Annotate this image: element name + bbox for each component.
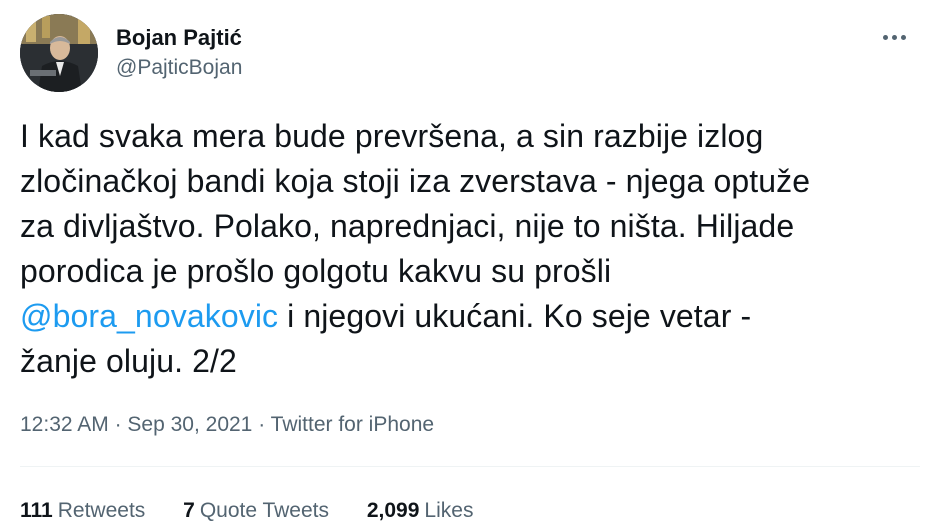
- separator: ·: [252, 413, 271, 436]
- tweet-date[interactable]: Sep 30, 2021: [127, 413, 252, 436]
- ellipsis-icon: [883, 35, 888, 40]
- tweet-text: I kad svaka mera bude prevršena, a sin r…: [20, 114, 910, 384]
- tweet-text-line: žanje oluju. 2/2: [20, 343, 237, 379]
- author-names: Bojan Pajtić @PajticBojan: [116, 24, 242, 82]
- retweets-stat[interactable]: 111 Retweets: [20, 496, 145, 526]
- tweet: Bojan Pajtić @PajticBojan I kad svaka me…: [0, 0, 930, 525]
- quote-tweets-stat[interactable]: 7 Quote Tweets: [183, 496, 329, 526]
- separator: ·: [108, 413, 128, 436]
- profile-photo: [20, 14, 98, 92]
- tweet-source[interactable]: Twitter for iPhone: [271, 413, 434, 436]
- likes-stat[interactable]: 2,099 Likes: [367, 496, 474, 526]
- tweet-time[interactable]: 12:32 AM: [20, 413, 109, 436]
- tweet-text-line: porodica je prošlo golgotu kakvu su proš…: [20, 253, 612, 289]
- likes-count: 2,099: [366, 499, 420, 522]
- author-handle[interactable]: @PajticBojan: [116, 54, 242, 82]
- tweet-text-line: zločinačkoj bandi koja stoji iza zversta…: [20, 163, 811, 199]
- retweets-label: Retweets: [57, 499, 146, 522]
- tweet-header: Bojan Pajtić @PajticBojan: [20, 12, 920, 94]
- author-display-name[interactable]: Bojan Pajtić: [116, 24, 242, 52]
- engagement-stats: 111 Retweets 7 Quote Tweets 2,099 Likes: [20, 496, 505, 526]
- quote-tweets-count: 7: [183, 499, 195, 522]
- likes-label: Likes: [424, 499, 474, 522]
- avatar[interactable]: [20, 14, 98, 92]
- tweet-text-line: I kad svaka mera bude prevršena, a sin r…: [20, 118, 764, 154]
- tweet-text-fragment: i njegovi ukućani. Ko seje vetar -: [278, 298, 752, 334]
- more-options-button[interactable]: [878, 22, 912, 52]
- divider: [20, 466, 920, 467]
- retweets-count: 111: [20, 499, 53, 522]
- tweet-text-line: za divljaštvo. Polako, naprednjaci, nije…: [20, 208, 795, 244]
- tweet-metadata: 12:32 AM · Sep 30, 2021 · Twitter for iP…: [20, 410, 434, 440]
- mention-link[interactable]: @bora_novakovic: [20, 298, 278, 334]
- quote-tweets-label: Quote Tweets: [199, 499, 330, 522]
- tweet-text-line: @bora_novakovic i njegovi ukućani. Ko se…: [20, 294, 910, 339]
